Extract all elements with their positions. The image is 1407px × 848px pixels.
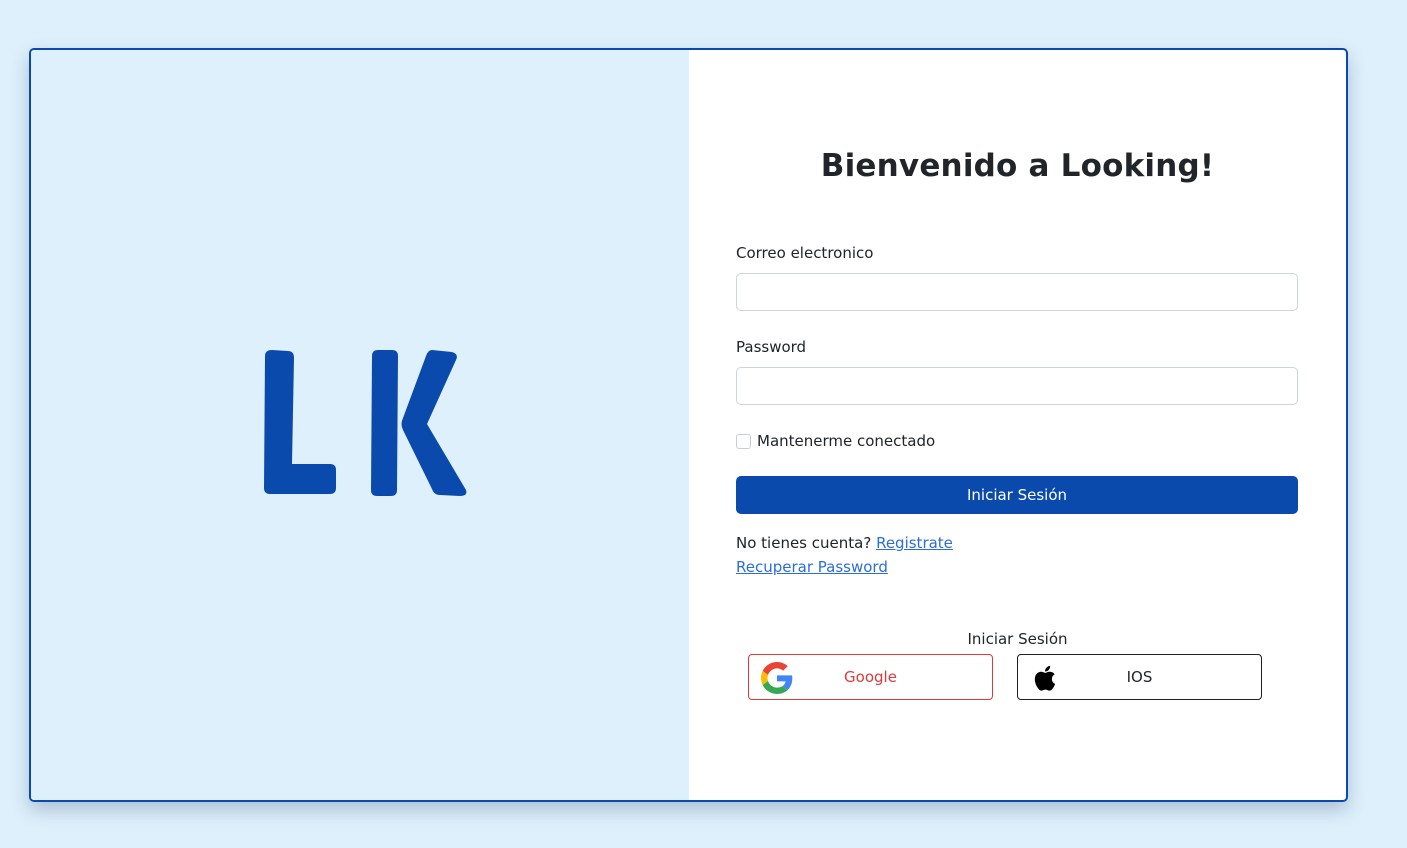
login-button[interactable]: Iniciar Sesión	[736, 476, 1298, 514]
remember-label: Mantenerme conectado	[757, 432, 936, 450]
email-field[interactable]	[736, 273, 1298, 311]
remember-checkbox[interactable]	[736, 433, 751, 449]
lk-logo	[264, 350, 467, 496]
ios-login-button[interactable]: IOS	[1017, 654, 1262, 700]
apple-icon	[1034, 665, 1056, 691]
recover-line: Recuperar Password	[736, 558, 888, 576]
login-card: Bienvenido a Looking! Correo electronico…	[29, 48, 1348, 802]
password-field[interactable]	[736, 367, 1298, 405]
password-label: Password	[736, 338, 807, 356]
register-line: No tienes cuenta? Registrate	[736, 534, 953, 552]
google-login-button[interactable]: Google	[748, 654, 993, 700]
page-title: Bienvenido a Looking!	[820, 148, 1215, 184]
no-account-text: No tienes cuenta?	[736, 534, 872, 552]
social-login-title: Iniciar Sesión	[967, 630, 1068, 648]
login-panel: Bienvenido a Looking! Correo electronico…	[689, 50, 1346, 800]
register-link[interactable]: Registrate	[876, 534, 953, 552]
google-icon	[761, 662, 793, 694]
remember-row[interactable]: Mantenerme conectado	[736, 432, 935, 450]
recover-password-link[interactable]: Recuperar Password	[736, 558, 888, 576]
brand-panel	[31, 50, 689, 800]
email-label: Correo electronico	[736, 244, 874, 262]
